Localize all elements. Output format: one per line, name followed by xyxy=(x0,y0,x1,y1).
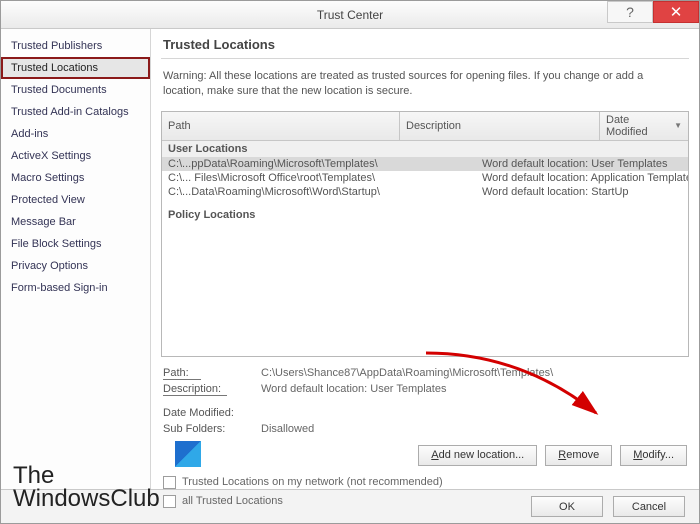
allow-network-label: Trusted Locations on my network (not rec… xyxy=(182,476,443,488)
dialog-body: Trusted Publishers Trusted Locations Tru… xyxy=(1,29,699,489)
detail-label-path: Path: xyxy=(163,367,253,379)
modify-button[interactable]: Modify... xyxy=(620,445,687,466)
sort-indicator-icon: ▼ xyxy=(674,121,682,130)
grid-group-user-locations: User Locations xyxy=(162,141,688,157)
window-title: Trust Center xyxy=(317,8,383,22)
detail-label-date-modified: Date Modified: xyxy=(163,407,253,419)
trust-center-dialog: Trust Center ? ✕ Trusted Publishers Trus… xyxy=(0,0,700,524)
detail-label-description: Description: xyxy=(163,383,253,395)
col-header-date-modified[interactable]: Date Modified▼ xyxy=(600,112,688,140)
warning-text: Warning: All these locations are treated… xyxy=(161,65,689,105)
locations-grid: Path Description Date Modified▼ User Loc… xyxy=(161,111,689,357)
allow-network-checkbox[interactable] xyxy=(163,476,176,489)
sidebar-item-file-block-settings[interactable]: File Block Settings xyxy=(1,233,150,255)
detail-value-description: Word default location: User Templates xyxy=(261,383,687,395)
col-header-description[interactable]: Description xyxy=(400,112,600,140)
site-logo-icon xyxy=(175,441,201,467)
sidebar-item-macro-settings[interactable]: Macro Settings xyxy=(1,167,150,189)
button-row: Add new location... Remove Modify... xyxy=(161,441,689,470)
sidebar-item-message-bar[interactable]: Message Bar xyxy=(1,211,150,233)
detail-value-date-modified xyxy=(261,407,687,419)
grid-row[interactable]: C:\...ppData\Roaming\Microsoft\Templates… xyxy=(162,157,688,171)
sidebar-item-trusted-locations[interactable]: Trusted Locations xyxy=(1,57,150,79)
grid-header: Path Description Date Modified▼ xyxy=(162,112,688,141)
detail-label-subfolders: Sub Folders: xyxy=(163,423,253,435)
close-button[interactable]: ✕ xyxy=(653,1,699,23)
grid-group-policy-locations: Policy Locations xyxy=(162,199,688,223)
main-panel: Trusted Locations Warning: All these loc… xyxy=(151,29,699,489)
sidebar-item-trusted-publishers[interactable]: Trusted Publishers xyxy=(1,35,150,57)
sidebar-item-addins[interactable]: Add-ins xyxy=(1,123,150,145)
section-title: Trusted Locations xyxy=(161,37,689,59)
grid-body: User Locations C:\...ppData\Roaming\Micr… xyxy=(162,141,688,356)
sidebar-item-trusted-addin-catalogs[interactable]: Trusted Add-in Catalogs xyxy=(1,101,150,123)
col-header-path[interactable]: Path xyxy=(162,112,400,140)
remove-button[interactable]: Remove xyxy=(545,445,612,466)
allow-network-checkbox-row: Trusted Locations on my network (not rec… xyxy=(161,476,689,489)
sidebar-item-trusted-documents[interactable]: Trusted Documents xyxy=(1,79,150,101)
grid-row[interactable]: C:\... Files\Microsoft Office\root\Templ… xyxy=(162,171,688,185)
window-controls: ? ✕ xyxy=(607,1,699,29)
sidebar: Trusted Publishers Trusted Locations Tru… xyxy=(1,29,151,489)
sidebar-item-protected-view[interactable]: Protected View xyxy=(1,189,150,211)
add-new-location-button[interactable]: Add new location... xyxy=(418,445,537,466)
sidebar-item-activex-settings[interactable]: ActiveX Settings xyxy=(1,145,150,167)
details-pane: Path: C:\Users\Shance87\AppData\Roaming\… xyxy=(161,363,689,435)
disable-all-label: all Trusted Locations xyxy=(182,495,283,507)
grid-row[interactable]: C:\...Data\Roaming\Microsoft\Word\Startu… xyxy=(162,185,688,199)
titlebar: Trust Center ? ✕ xyxy=(1,1,699,29)
help-button[interactable]: ? xyxy=(607,1,653,23)
sidebar-item-privacy-options[interactable]: Privacy Options xyxy=(1,255,150,277)
sidebar-item-form-based-signin[interactable]: Form-based Sign-in xyxy=(1,277,150,299)
detail-value-subfolders: Disallowed xyxy=(261,423,687,435)
disable-all-checkbox[interactable] xyxy=(163,495,176,508)
disable-all-checkbox-row: all Trusted Locations xyxy=(161,495,689,508)
detail-value-path: C:\Users\Shance87\AppData\Roaming\Micros… xyxy=(261,367,687,379)
